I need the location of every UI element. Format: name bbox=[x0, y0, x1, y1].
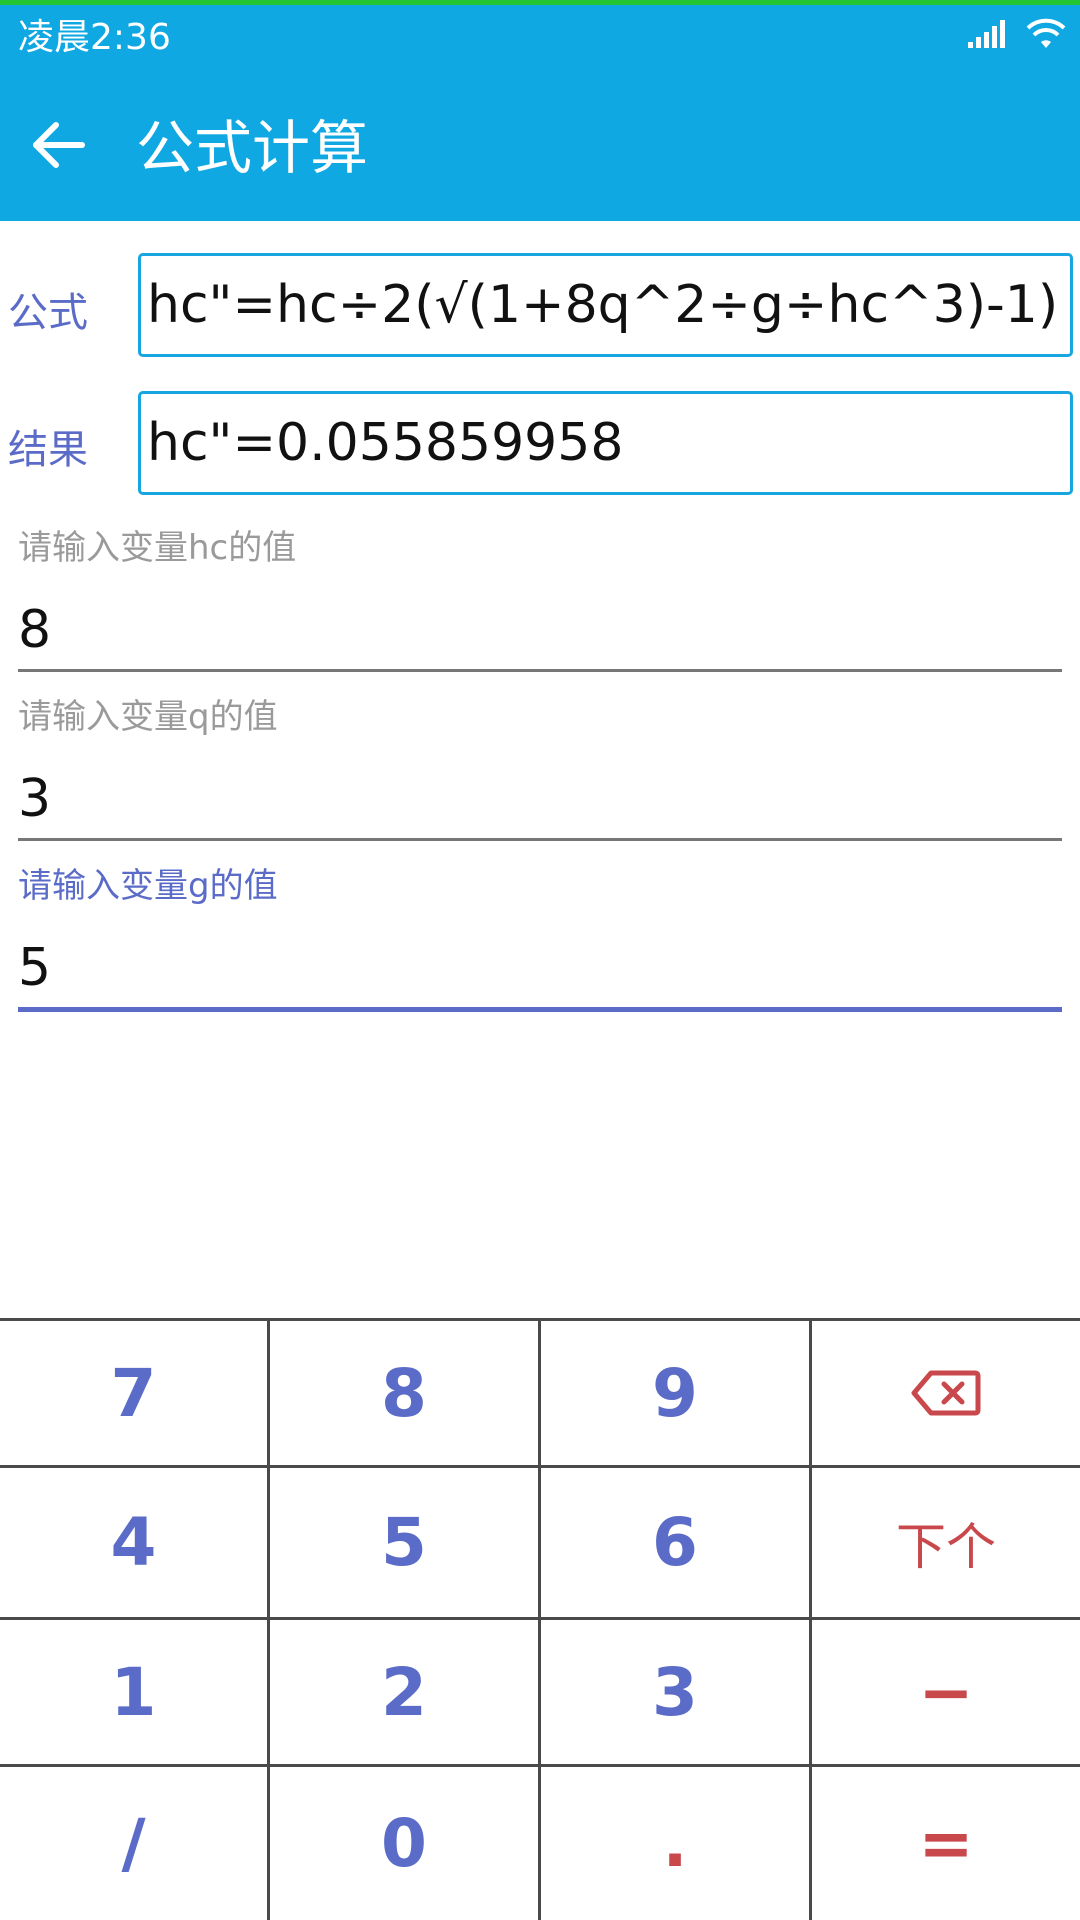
key-0[interactable]: 0 bbox=[270, 1767, 538, 1920]
key-3[interactable]: 3 bbox=[541, 1620, 809, 1764]
backspace-icon bbox=[911, 1370, 981, 1416]
key-7[interactable]: 7 bbox=[0, 1321, 267, 1465]
result-field[interactable]: hc"=0.055859958 bbox=[138, 391, 1073, 495]
key-2[interactable]: 2 bbox=[270, 1620, 538, 1764]
formula-label: 公式 bbox=[8, 290, 88, 336]
signal-icon bbox=[968, 20, 1005, 48]
app-bar: 凌晨2:36 公式计算 bbox=[0, 0, 1080, 221]
variable-hint-q: 请输入变量q的值 bbox=[18, 697, 278, 737]
key-9[interactable]: 9 bbox=[541, 1321, 809, 1465]
status-icons bbox=[968, 18, 1066, 50]
status-time: 凌晨2:36 bbox=[18, 17, 171, 58]
variable-hint-hc: 请输入变量hc的值 bbox=[18, 528, 297, 568]
variable-hint-g: 请输入变量g的值 bbox=[18, 866, 278, 906]
key-1[interactable]: 1 bbox=[0, 1620, 267, 1764]
variable-input-q[interactable]: 3 bbox=[18, 759, 1060, 839]
variable-input-g[interactable]: 5 bbox=[18, 928, 1060, 1008]
key-5[interactable]: 5 bbox=[270, 1468, 538, 1617]
decimal-point-button[interactable]: . bbox=[541, 1767, 809, 1920]
minus-button[interactable]: − bbox=[812, 1620, 1080, 1764]
arrow-left-icon bbox=[33, 122, 85, 168]
variable-input-g-underline bbox=[18, 1007, 1062, 1012]
key-4[interactable]: 4 bbox=[0, 1468, 267, 1617]
backspace-button[interactable] bbox=[812, 1321, 1080, 1465]
result-label: 结果 bbox=[8, 427, 88, 473]
key-slash[interactable]: / bbox=[0, 1767, 267, 1920]
back-button[interactable] bbox=[24, 110, 94, 180]
variable-input-hc-underline bbox=[18, 669, 1062, 672]
page-title: 公式计算 bbox=[136, 114, 369, 182]
equals-button[interactable]: = bbox=[812, 1767, 1080, 1920]
wifi-icon bbox=[1026, 18, 1066, 48]
variable-input-q-underline bbox=[18, 838, 1062, 841]
key-8[interactable]: 8 bbox=[270, 1321, 538, 1465]
variable-input-hc[interactable]: 8 bbox=[18, 590, 1060, 670]
formula-field[interactable]: hc"=hc÷2(√(1+8q^2÷g÷hc^3)-1) bbox=[138, 253, 1073, 357]
numeric-keypad: 7 8 9 4 5 6 下个 1 2 3 − / 0 . = bbox=[0, 1318, 1080, 1920]
status-accent-line bbox=[0, 0, 1080, 5]
next-button[interactable]: 下个 bbox=[812, 1468, 1080, 1617]
key-6[interactable]: 6 bbox=[541, 1468, 809, 1617]
